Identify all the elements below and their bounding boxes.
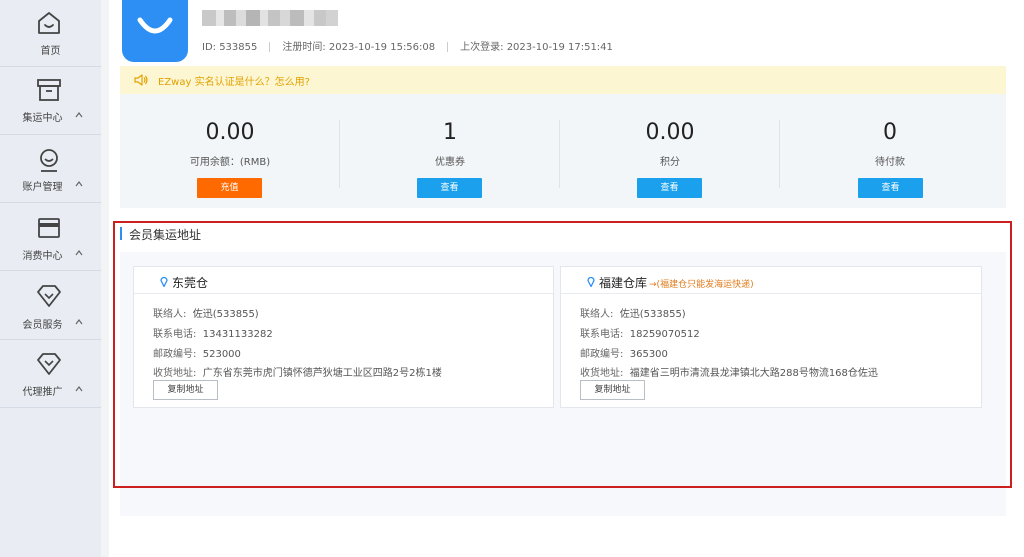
warehouse-card-dongguan: 东莞仓 联络人: 佐迅(533855) 联系电话: 13431133282 邮政… [133, 266, 554, 408]
avatar[interactable] [122, 0, 188, 62]
section-accent-bar [120, 227, 122, 240]
home-icon [38, 12, 60, 34]
chevron-up-icon [75, 112, 83, 118]
chevron-up-icon [75, 250, 83, 256]
view-coupons-button[interactable]: 查看 [417, 178, 482, 198]
smile-avatar-icon [137, 17, 173, 34]
warehouse-note: →(福建仓只能发海运快递) [649, 280, 754, 290]
speaker-icon [134, 74, 148, 86]
address-value: 广东省东莞市虎门镇怀德芦狄塘工业区四路2号2栋1楼 [202, 368, 442, 379]
recharge-button[interactable]: 充值 [197, 178, 262, 198]
stat-caption: 待付款 [875, 157, 905, 168]
account-meta: ID: 533855 注册时间: 2023-10-19 15:56:08 上次登录:… [202, 38, 613, 53]
phone-row: 联系电话: 13431133282 [153, 325, 273, 340]
account-stats: 0.00 可用余额：(RMB) 充值 1 优惠券 查看 0.00 积分 查看 0… [120, 94, 1006, 208]
chevron-up-icon [75, 319, 83, 325]
chevron-up-icon [75, 181, 83, 187]
box-icon [37, 79, 61, 101]
stat-value: 0.00 [645, 120, 695, 145]
stat-points: 0.00 积分 查看 [560, 94, 780, 208]
card-header: 福建仓库 →(福建仓只能发海运快递) [561, 267, 981, 294]
stat-caption: 优惠券 [435, 157, 465, 168]
warehouse-name: 东莞仓 [172, 274, 208, 291]
phone-value: 13431133282 [202, 329, 273, 340]
zip-value: 523000 [202, 349, 241, 360]
contact-value: 佐迅(533855) [192, 309, 259, 320]
address-row: 收货地址: 广东省东莞市虎门镇怀德芦狄塘工业区四路2号2栋1楼 [153, 364, 442, 379]
zip-row: 邮政编号: 365300 [580, 345, 668, 360]
view-points-button[interactable]: 查看 [637, 178, 702, 198]
stat-value: 0 [883, 120, 897, 145]
stat-coupons: 1 优惠券 查看 [340, 94, 560, 208]
location-pin-icon [587, 276, 595, 287]
warehouse-name: 福建仓库 →(福建仓只能发海运快递) [599, 274, 754, 291]
profile-header: ID: 533855 注册时间: 2023-10-19 15:56:08 上次登录:… [120, 0, 1006, 66]
address-key: 收货地址: [153, 368, 197, 379]
contact-key: 联络人: [153, 309, 187, 320]
section-header: 会员集运地址 [120, 218, 1006, 252]
stat-caption: 可用余额：(RMB) [189, 157, 271, 168]
sidebar-item-label: 首页 [40, 46, 61, 57]
sidebar-item-consumption[interactable]: 消费中心 [0, 203, 101, 271]
diamond-icon [37, 285, 61, 307]
contact-value: 佐迅(533855) [619, 309, 686, 320]
sidebar: 首页 集运中心 账户管理 消费中心 会员服务 代理推广 [0, 0, 101, 557]
sidebar-item-agent[interactable]: 代理推广 [0, 340, 101, 408]
sidebar-item-member[interactable]: 会员服务 [0, 271, 101, 340]
register-time: 注册时间: 2023-10-19 15:56:08 [282, 42, 436, 53]
sidebar-scrollbar[interactable] [101, 0, 109, 557]
copy-address-button[interactable]: 复制地址 [153, 380, 218, 400]
user-icon [40, 149, 58, 172]
zip-key: 邮政编号: [580, 349, 624, 360]
notice-bar: EZway 实名认证是什么？怎么用? [120, 66, 1006, 94]
stat-value: 1 [443, 120, 457, 145]
address-value: 福建省三明市清流县龙津镇北大路288号物流168仓佐迅 [629, 368, 878, 379]
section-title: 会员集运地址 [129, 228, 202, 242]
copy-address-button[interactable]: 复制地址 [580, 380, 645, 400]
phone-key: 联系电话: [580, 329, 624, 340]
view-pending-button[interactable]: 查看 [858, 178, 923, 198]
warehouse-name-text: 福建仓库 [599, 276, 648, 290]
card-header: 东莞仓 [134, 267, 553, 294]
chevron-up-icon [75, 386, 83, 392]
zip-value: 365300 [629, 349, 668, 360]
notice-link[interactable]: EZway 实名认证是什么？怎么用? [158, 73, 310, 88]
sidebar-item-shipping[interactable]: 集运中心 [0, 67, 101, 135]
diamond-heart-icon [37, 353, 61, 375]
warehouse-card-fujian: 福建仓库 →(福建仓只能发海运快递) 联络人: 佐迅(533855) 联系电话: … [560, 266, 982, 408]
zip-row: 邮政编号: 523000 [153, 345, 241, 360]
address-row: 收货地址: 福建省三明市清流县龙津镇北大路288号物流168仓佐迅 [580, 364, 878, 379]
contact-row: 联络人: 佐迅(533855) [153, 305, 259, 320]
username-blurred [202, 10, 338, 26]
phone-value: 18259070512 [629, 329, 700, 340]
phone-row: 联系电话: 18259070512 [580, 325, 700, 340]
contact-key: 联络人: [580, 309, 614, 320]
sidebar-item-account[interactable]: 账户管理 [0, 135, 101, 203]
stat-value: 0.00 [205, 120, 255, 145]
stat-caption: 积分 [660, 157, 680, 168]
user-id: ID: 533855 [202, 42, 258, 53]
contact-row: 联络人: 佐迅(533855) [580, 305, 686, 320]
address-key: 收货地址: [580, 368, 624, 379]
sidebar-item-home[interactable]: 首页 [0, 0, 101, 67]
location-pin-icon [160, 276, 168, 287]
zip-key: 邮政编号: [153, 349, 197, 360]
stat-pending-payment: 0 待付款 查看 [780, 94, 1000, 208]
stat-balance: 0.00 可用余额：(RMB) 充值 [120, 94, 340, 208]
phone-key: 联系电话: [153, 329, 197, 340]
card-icon [38, 218, 60, 238]
warehouse-name-text: 东莞仓 [172, 276, 209, 290]
last-login-time: 上次登录: 2023-10-19 17:51:41 [460, 42, 613, 53]
